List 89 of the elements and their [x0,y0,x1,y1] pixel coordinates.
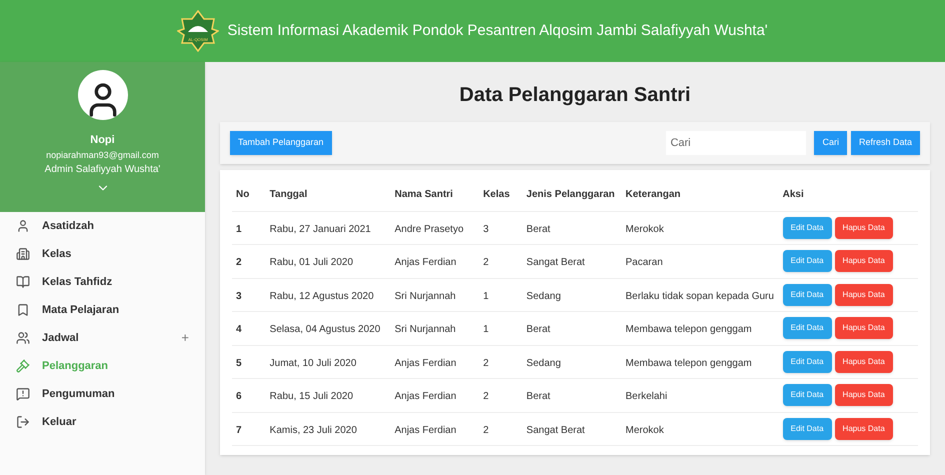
edit-button[interactable]: Edit Data [782,317,832,340]
menu-icon [16,247,30,261]
table-cell: Pacaran [622,244,779,278]
table-cell: Rabu, 12 Agustus 2020 [266,278,391,312]
menu-icon [16,275,30,289]
table-cell: 2 [232,244,266,278]
menu-icon [16,387,30,401]
table-cell: 5 [232,345,266,378]
table-cell: Merokok [622,412,779,446]
column-header: Keterangan [622,178,779,211]
table-cell: Anjas Ferdian [390,378,480,412]
table-cell: Rabu, 15 Juli 2020 [266,378,391,412]
table-cell: 6 [232,378,266,412]
table-cell: 4 [232,312,266,345]
column-header: Aksi [778,178,918,211]
sidebar-item[interactable]: Pelanggaran [0,352,205,380]
delete-button[interactable]: Hapus Data [834,250,893,272]
menu-icon [16,331,30,345]
profile-name: Nopi [90,133,115,148]
table-cell: 7 [232,412,266,446]
table-cell: Anjas Ferdian [390,345,480,378]
edit-button[interactable]: Edit Data [782,418,832,440]
menu-icon [16,359,30,373]
table-cell: 2 [479,244,522,278]
table-cell: Membawa telepon genggam [622,312,779,345]
profile-role: Admin Salafiyyah Wushta' [44,163,160,177]
search-field[interactable]: Cari [666,131,806,155]
menu-icon [16,219,30,233]
delete-button[interactable]: Hapus Data [834,317,893,340]
table-cell: Berat [522,378,622,412]
sidebar-item[interactable]: Kelas [0,240,205,268]
column-header: Kelas [479,178,522,211]
sidebar-item[interactable]: Asatidzah [0,212,205,240]
table-cell: Berat [522,211,622,244]
delete-button[interactable]: Hapus Data [834,418,893,440]
page-title: Data Pelanggaran Santri [458,83,692,108]
sidebar-item[interactable]: Pengumuman [0,380,205,408]
column-header: Tanggal [266,178,391,211]
table-cell: 2 [479,412,522,446]
sidebar-item[interactable]: Kelas Tahfidz [0,268,205,296]
sidebar-item[interactable]: Mata Pelajaran [0,296,205,324]
table-cell: Sangat Berat [522,244,622,278]
table-cell: Sedang [522,278,622,312]
table-cell: Andre Prasetyo [390,211,480,244]
table-cell: Sangat Berat [522,412,622,446]
table-cell: Berlaku tidak sopan kepada Guru [622,278,779,312]
table-cell: Berat [522,312,622,345]
sidebar-item[interactable]: Keluar [0,408,205,436]
refresh-button[interactable]: Refresh Data [850,131,920,155]
table-cell: Anjas Ferdian [390,412,480,446]
table-cell: 2 [479,378,522,412]
menu-icon [16,303,30,317]
table-cell: Sri Nurjannah [390,278,480,312]
delete-button[interactable]: Hapus Data [834,350,893,373]
column-header: No [232,178,266,211]
table-cell: 1 [479,312,522,345]
table-cell: Berkelahi [622,378,779,412]
app-title: Sistem Informasi Akademik Pondok Pesantren Alqosim Jambi Salafiyyah Wushta' [227,20,768,41]
search-button[interactable]: Cari [814,131,847,155]
sidebar-item[interactable]: Jadwal + [0,324,205,352]
table-cell: Kamis, 23 Juli 2020 [266,412,391,446]
table-cell: Sedang [522,345,622,378]
edit-button[interactable]: Edit Data [782,350,832,373]
table-cell: Sri Nurjannah [390,312,480,345]
table-cell: 2 [479,345,522,378]
table-cell: Rabu, 01 Juli 2020 [266,244,391,278]
edit-button[interactable]: Edit Data [782,384,832,406]
column-header: Nama Santri [390,178,480,211]
table-cell: 3 [479,211,522,244]
delete-button[interactable]: Hapus Data [834,384,893,406]
table-cell: Membawa telepon genggam [622,345,779,378]
table-cell: Merokok [622,211,779,244]
table-cell: Jumat, 10 Juli 2020 [266,345,391,378]
table-cell: 1 [479,278,522,312]
column-header: Jenis Pelanggaran [522,178,622,211]
expand-toggle[interactable]: + [181,328,189,348]
table-cell: Anjas Ferdian [390,244,480,278]
add-violation-button[interactable]: Tambah Pelanggaran [230,131,332,155]
edit-button[interactable]: Edit Data [782,284,832,306]
delete-button[interactable]: Hapus Data [834,284,893,306]
table-cell: Selasa, 04 Agustus 2020 [266,312,391,345]
delete-button[interactable]: Hapus Data [834,216,893,239]
table-cell: Rabu, 27 Januari 2021 [266,211,391,244]
table-cell: 1 [232,211,266,244]
edit-button[interactable]: Edit Data [782,250,832,272]
profile-email: nopiarahman93@gmail.com [46,148,159,162]
edit-button[interactable]: Edit Data [782,216,832,239]
menu-icon [16,415,30,429]
table-cell: 3 [232,278,266,312]
